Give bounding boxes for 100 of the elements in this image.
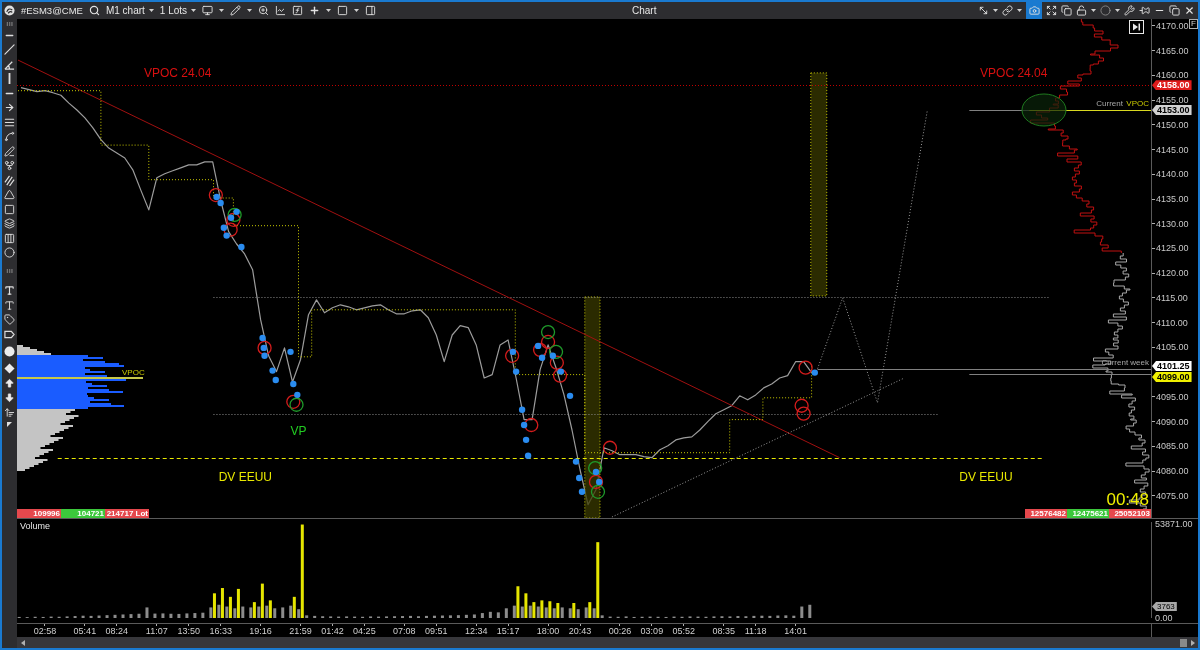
caret-icon[interactable] bbox=[1091, 9, 1096, 12]
vpoc-label: VPOC bbox=[1126, 99, 1149, 108]
diagonal-line-icon[interactable] bbox=[4, 44, 15, 56]
chart-label: VPOC 24.04 bbox=[144, 65, 212, 80]
link-icon[interactable] bbox=[1002, 5, 1013, 16]
time-axis-label: 15:17 bbox=[496, 626, 520, 636]
windows-icon[interactable] bbox=[1061, 5, 1072, 16]
lock-icon[interactable] bbox=[1076, 5, 1087, 16]
time-axis-label: 18:00 bbox=[536, 626, 560, 636]
caret-icon[interactable] bbox=[1115, 9, 1120, 12]
price-axis-label: 4150.00 bbox=[1156, 119, 1189, 130]
scroll-left-icon[interactable] bbox=[21, 639, 25, 646]
symbol-button[interactable]: #ESM3@CME bbox=[21, 4, 83, 17]
function-icon[interactable] bbox=[292, 5, 304, 16]
circle-icon[interactable] bbox=[1100, 5, 1111, 16]
search-icon[interactable] bbox=[88, 5, 100, 16]
scrollbar-thumb[interactable] bbox=[1180, 638, 1187, 647]
chart-label: VP bbox=[290, 423, 307, 438]
label-icon[interactable] bbox=[4, 328, 15, 340]
highlight-ellipse bbox=[1021, 93, 1067, 127]
horizontal-scrollbar[interactable] bbox=[17, 637, 1198, 648]
time-axis-label: 12:34 bbox=[464, 626, 488, 636]
up-arrow-icon[interactable] bbox=[4, 377, 15, 389]
expand-icon[interactable] bbox=[1046, 5, 1057, 16]
arrow-right-icon[interactable] bbox=[4, 102, 15, 114]
rectangle-icon[interactable] bbox=[4, 203, 15, 215]
price-axis-label: 4095.00 bbox=[1156, 391, 1189, 402]
diagonal-arrow-icon[interactable] bbox=[978, 5, 989, 16]
chart-icon[interactable] bbox=[275, 5, 287, 16]
panel-icon[interactable] bbox=[365, 5, 377, 16]
axis-button[interactable]: F bbox=[1189, 19, 1198, 29]
grip-icon[interactable] bbox=[4, 20, 15, 28]
time-axis-label: 19:16 bbox=[249, 626, 272, 636]
price-axis-label: 4115.00 bbox=[1156, 292, 1188, 303]
text-icon[interactable] bbox=[4, 284, 15, 296]
price-tag: 4099.00 bbox=[1152, 372, 1192, 383]
time-axis-label: 00:26 bbox=[608, 626, 632, 636]
chart-label: VPOC 24.04 bbox=[980, 65, 1048, 80]
down-arrow-icon[interactable] bbox=[4, 392, 15, 404]
caret-icon[interactable] bbox=[219, 9, 225, 12]
stacked-lines-icon[interactable] bbox=[4, 116, 15, 128]
price-axis-label: 4120.00 bbox=[1156, 268, 1189, 279]
caret-icon[interactable] bbox=[1017, 9, 1022, 12]
lots-dropdown[interactable]: 1 Lots bbox=[159, 4, 197, 17]
polyline-icon[interactable] bbox=[4, 131, 15, 143]
volume-total-cell: 104721 bbox=[61, 509, 105, 518]
skip-to-end-icon[interactable] bbox=[1129, 20, 1144, 34]
price-axis-label: 4125.00 bbox=[1156, 243, 1189, 254]
pen-icon[interactable] bbox=[4, 145, 15, 157]
price-axis-label: 4155.00 bbox=[1156, 95, 1189, 106]
filled-circle-icon[interactable] bbox=[4, 346, 15, 357]
restore-icon[interactable] bbox=[1169, 5, 1180, 16]
grip-icon[interactable] bbox=[4, 267, 15, 275]
fork-icon[interactable] bbox=[4, 160, 15, 172]
logo-icon[interactable] bbox=[4, 5, 15, 16]
time-axis-label: 11:18 bbox=[744, 626, 767, 636]
tag-icon[interactable] bbox=[4, 314, 15, 326]
countdown-timer: 00:48 bbox=[1106, 491, 1149, 508]
time-axis-label: 05:41 bbox=[73, 626, 97, 636]
price-axis-label: 4090.00 bbox=[1156, 416, 1189, 427]
caret-icon[interactable] bbox=[247, 9, 253, 12]
time-axis-label: 07:08 bbox=[393, 626, 416, 636]
parallel-lines-icon[interactable] bbox=[4, 174, 15, 186]
chart-label: DV EEUU bbox=[959, 469, 1013, 484]
columns-icon[interactable] bbox=[4, 232, 15, 244]
caret-icon[interactable] bbox=[993, 9, 998, 12]
pane-title: Volume bbox=[20, 521, 51, 531]
tools-icon[interactable] bbox=[1124, 5, 1135, 16]
time-axis-label: 02:58 bbox=[33, 626, 57, 636]
price-axis-label: 4080.00 bbox=[1156, 466, 1189, 476]
volume-axis-label: 53871.00 bbox=[1155, 519, 1193, 529]
volume-total-cell: 109996 bbox=[17, 509, 61, 518]
time-axis-label: 08:35 bbox=[712, 626, 735, 636]
layers-icon[interactable] bbox=[4, 218, 15, 230]
sort-icon[interactable] bbox=[4, 406, 15, 418]
pin-icon[interactable] bbox=[1139, 5, 1150, 16]
plus-icon[interactable] bbox=[309, 5, 321, 16]
volume-total-cell: 25052103 bbox=[1109, 509, 1151, 518]
caret-icon[interactable] bbox=[354, 9, 360, 12]
price-axis-label: 4170.00 bbox=[1156, 20, 1189, 31]
caret-icon[interactable] bbox=[326, 9, 332, 12]
monitor-icon[interactable] bbox=[202, 5, 214, 16]
price-axis-label: 4110.00 bbox=[1156, 317, 1188, 328]
zoom-icon[interactable] bbox=[258, 5, 270, 16]
caret-icon[interactable] bbox=[191, 9, 197, 12]
pencil-icon[interactable] bbox=[230, 5, 242, 16]
square-icon[interactable] bbox=[337, 5, 349, 16]
corner-triangle-icon[interactable] bbox=[7, 422, 12, 427]
close-icon[interactable] bbox=[1184, 5, 1195, 16]
timeframe-dropdown[interactable]: M1 chart bbox=[105, 4, 154, 17]
price-tag: 4101.25 bbox=[1152, 360, 1192, 371]
triangle-icon[interactable] bbox=[4, 189, 15, 201]
scroll-right-icon[interactable] bbox=[1191, 639, 1195, 646]
time-axis-label: 11:07 bbox=[145, 626, 168, 636]
diamond-icon[interactable] bbox=[4, 363, 15, 375]
time-axis-label: 14:01 bbox=[784, 626, 807, 636]
caret-icon[interactable] bbox=[148, 9, 154, 12]
time-axis-label: 09:51 bbox=[425, 626, 448, 636]
text-icon[interactable] bbox=[4, 299, 15, 311]
time-axis-label: 01:42 bbox=[321, 626, 344, 636]
